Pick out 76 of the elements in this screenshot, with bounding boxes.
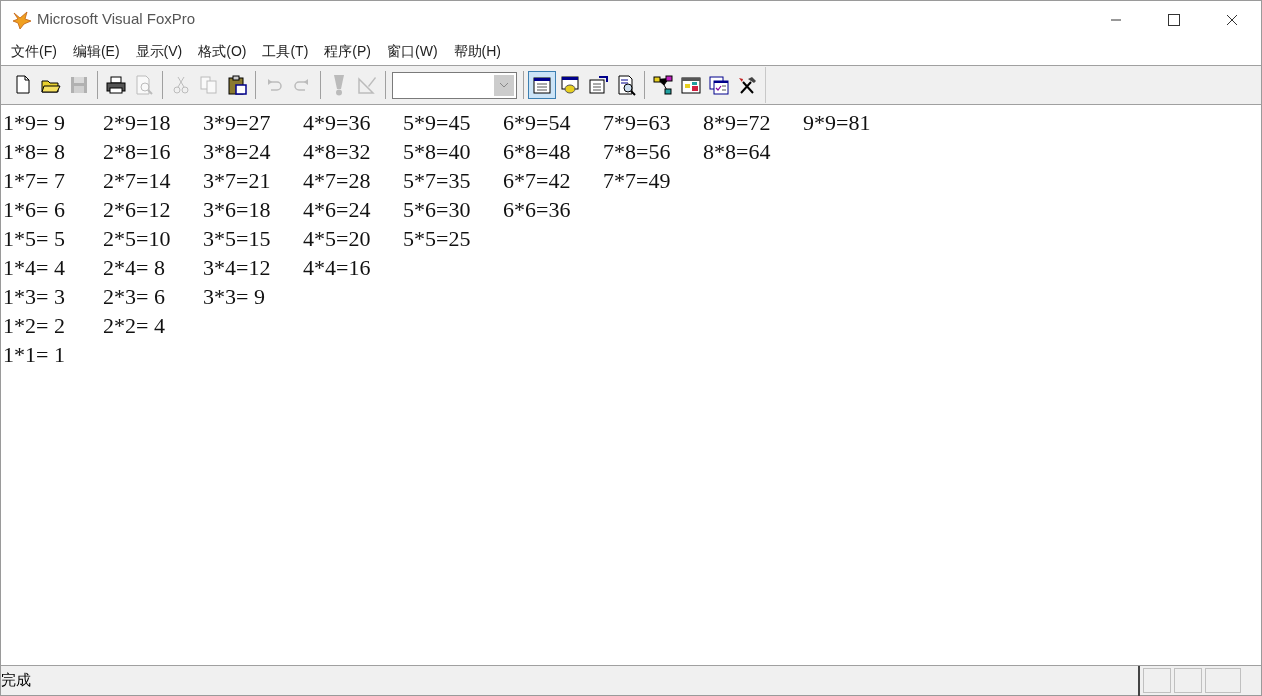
menu-item[interactable]: 窗口(W) [379, 39, 446, 64]
output-text: 2*5=10 [103, 225, 172, 253]
menu-item[interactable]: 帮助(H) [445, 39, 509, 64]
status-panel [1205, 668, 1241, 693]
properties-window-icon [587, 74, 609, 96]
status-text: 完成 [1, 670, 32, 691]
status-panel [1174, 668, 1202, 693]
output-text: 2*8=16 [103, 138, 172, 166]
output-text: 5*7=35 [403, 167, 472, 195]
output-text: 2*7=14 [103, 167, 172, 195]
status-panel [1143, 668, 1171, 693]
output-text: 1*8= 8 [3, 138, 66, 166]
menu-item[interactable]: 文件(F) [3, 39, 65, 64]
output-text: 4*5=20 [303, 225, 372, 253]
output-text: 8*9=72 [703, 109, 772, 137]
output-text: 6*6=36 [503, 196, 572, 224]
copy-pages-icon [198, 74, 220, 96]
output-text: 3*8=24 [203, 138, 272, 166]
output-text: 4*7=28 [303, 167, 372, 195]
output-text: 2*6=12 [103, 196, 172, 224]
output-text: 8*8=64 [703, 138, 772, 166]
output-text: 5*9=45 [403, 109, 472, 137]
menu-item[interactable]: 程序(P) [316, 39, 379, 64]
output-text: 1*2= 2 [3, 312, 66, 340]
output-text: 3*3= 9 [203, 283, 266, 311]
preview-magnifier-icon [133, 74, 155, 96]
output-text: 2*2= 4 [103, 312, 166, 340]
output-text: 1*5= 5 [3, 225, 66, 253]
output-text: 5*6=30 [403, 196, 472, 224]
scissors-icon [170, 74, 192, 96]
output-text: 5*5=25 [403, 225, 472, 253]
output-text: 3*9=27 [203, 109, 272, 137]
output-text: 1*3= 3 [3, 283, 66, 311]
output-text: 3*5=15 [203, 225, 272, 253]
triangle-ruler-pencil-icon [356, 74, 378, 96]
document-magnifier-icon [615, 74, 637, 96]
output-text: 6*8=48 [503, 138, 572, 166]
output-text: 7*7=49 [603, 167, 672, 195]
command-window-button[interactable] [528, 71, 556, 99]
menu-item[interactable]: 编辑(E) [64, 39, 128, 64]
output-text: 4*9=36 [303, 109, 372, 137]
menu-item[interactable]: 显示(V) [127, 39, 191, 64]
output-text: 2*4= 8 [103, 254, 166, 282]
close-icon [1226, 13, 1238, 26]
output-text: 2*9=18 [103, 109, 172, 137]
maximize-icon [1168, 13, 1180, 26]
output-text: 3*7=21 [203, 167, 272, 195]
connected-nodes-icon [652, 74, 674, 96]
output-text: 1*7= 7 [3, 167, 66, 195]
menu-item[interactable]: 格式(O) [190, 39, 255, 64]
output-text: 1*1= 1 [3, 341, 66, 369]
output-text: 4*8=32 [303, 138, 372, 166]
stacked-windows-icon [708, 74, 730, 96]
output-text: 4*4=16 [303, 254, 372, 282]
dropdown-field[interactable] [392, 71, 517, 99]
output-text: 4*6=24 [303, 196, 372, 224]
output-text: 1*9= 9 [3, 109, 66, 137]
clipboard-icon [226, 74, 248, 96]
form-shapes-icon [680, 74, 702, 96]
output-text: 1*4= 4 [3, 254, 66, 282]
output-text: 5*8=40 [403, 138, 472, 166]
output-text: 9*9=81 [803, 109, 872, 137]
output-text: 7*9=63 [603, 109, 672, 137]
window-title: Microsoft Visual FoxPro [37, 9, 196, 30]
output-text: 6*7=42 [503, 167, 572, 195]
output-text: 3*4=12 [203, 254, 272, 282]
menu-item[interactable]: 工具(T) [254, 39, 317, 64]
output-text: 2*3= 6 [103, 283, 166, 311]
output-text: 1*6= 6 [3, 196, 66, 224]
printer-icon [105, 74, 127, 96]
database-window-icon [559, 74, 581, 96]
hammer-wrench-icon [736, 74, 758, 96]
output-text: 6*9=54 [503, 109, 572, 137]
command-window-icon [531, 74, 553, 96]
output-text: 3*6=18 [203, 196, 272, 224]
output-text: 7*8=56 [603, 138, 672, 166]
